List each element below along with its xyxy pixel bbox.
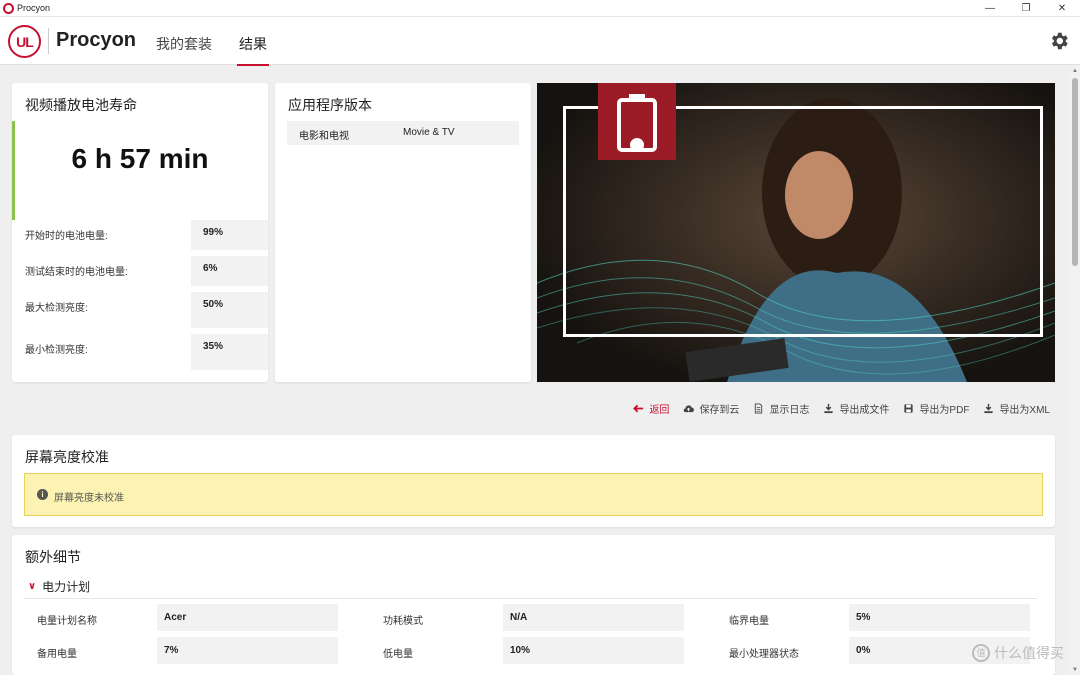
detail-label: 低电量 bbox=[383, 649, 413, 660]
back-button[interactable]: 返回 bbox=[633, 401, 669, 416]
export-file-button[interactable]: 导出成文件 bbox=[823, 401, 889, 416]
app-value: Movie & TV bbox=[403, 127, 455, 138]
calibration-title: 屏幕亮度校准 bbox=[25, 449, 109, 465]
scroll-thumb[interactable] bbox=[1072, 78, 1078, 266]
section-divider bbox=[24, 598, 1037, 599]
battery-life-card: 视频播放电池寿命 6 h 57 min 开始时的电池电量: 99% 测试结束时的… bbox=[12, 83, 268, 382]
watermark-icon: 值 bbox=[972, 644, 990, 662]
watermark-text: 什么值得买 bbox=[994, 645, 1064, 661]
cloud-upload-icon bbox=[684, 405, 695, 413]
hero-image bbox=[537, 83, 1055, 382]
detail-label: 功耗模式 bbox=[383, 616, 423, 627]
brand-name: Procyon bbox=[56, 29, 137, 51]
logo-divider bbox=[48, 28, 49, 54]
app-card-title: 应用程序版本 bbox=[288, 97, 372, 113]
stat-value: 50% bbox=[191, 292, 268, 328]
arrow-left-icon bbox=[633, 404, 644, 413]
app-name: 电影和电视 bbox=[299, 131, 349, 142]
nav-my-suites[interactable]: 我的套装 bbox=[156, 34, 212, 54]
stat-value: 35% bbox=[191, 334, 268, 370]
stat-value: 6% bbox=[191, 256, 268, 286]
detail-value: Acer bbox=[157, 604, 338, 631]
show-log-label: 显示日志 bbox=[769, 405, 810, 416]
ul-logo: UL bbox=[8, 25, 41, 58]
scroll-down-arrow[interactable]: ▼ bbox=[1070, 665, 1080, 675]
nav-results[interactable]: 结果 bbox=[237, 34, 269, 66]
stat-label: 最大检测亮度: bbox=[25, 303, 88, 314]
detail-label: 临界电量 bbox=[729, 616, 769, 627]
extra-details-title: 额外细节 bbox=[25, 549, 81, 565]
page-scrollbar[interactable]: ▲ ▼ bbox=[1070, 66, 1080, 675]
detail-value: N/A bbox=[503, 604, 684, 631]
export-pdf-button[interactable]: 导出为PDF bbox=[903, 401, 969, 416]
save-cloud-label: 保存到云 bbox=[699, 405, 740, 416]
stat-value: 99% bbox=[191, 220, 268, 250]
stat-label: 测试结束时的电池电量: bbox=[25, 267, 128, 278]
download-icon bbox=[984, 403, 994, 414]
stat-label: 开始时的电池电量: bbox=[25, 231, 108, 242]
power-plan-toggle[interactable]: ∨ 电力计划 bbox=[28, 578, 90, 595]
export-xml-button[interactable]: 导出为XML bbox=[983, 401, 1050, 416]
detail-value: 7% bbox=[157, 637, 338, 664]
site-watermark: 值 什么值得买 bbox=[972, 643, 1064, 663]
download-icon bbox=[824, 403, 834, 414]
window-titlebar: Procyon — ❐ ✕ bbox=[0, 0, 1080, 17]
brightness-calibration-card: 屏幕亮度校准 i 屏幕亮度未校准 bbox=[12, 435, 1055, 527]
battery-life-value: 6 h 57 min bbox=[71, 143, 209, 174]
document-icon bbox=[755, 403, 763, 414]
app-version-card: 应用程序版本 电影和电视 Movie & TV bbox=[275, 83, 531, 382]
calibration-warning: i 屏幕亮度未校准 bbox=[24, 473, 1043, 516]
save-cloud-button[interactable]: 保存到云 bbox=[683, 401, 739, 416]
calibration-warning-text: 屏幕亮度未校准 bbox=[54, 493, 124, 504]
chevron-down-icon: ∨ bbox=[28, 581, 37, 592]
results-toolbar: 返回 保存到云 显示日志 导出成文件 导出为PDF 导出为XML bbox=[633, 401, 1050, 416]
stat-label: 最小检测亮度: bbox=[25, 345, 88, 356]
power-plan-label: 电力计划 bbox=[42, 580, 91, 594]
detail-label: 最小处理器状态 bbox=[729, 649, 799, 660]
show-log-button[interactable]: 显示日志 bbox=[753, 401, 809, 416]
app-header: UL Procyon 我的套装 结果 bbox=[0, 17, 1080, 66]
info-icon: i bbox=[37, 489, 48, 500]
battery-card-title: 视频播放电池寿命 bbox=[25, 97, 137, 113]
scroll-up-arrow[interactable]: ▲ bbox=[1070, 66, 1080, 76]
extra-details-card: 额外细节 ∨ 电力计划 电量计划名称 Acer 功耗模式 N/A 临界电量 5%… bbox=[12, 535, 1055, 675]
export-xml-label: 导出为XML bbox=[999, 405, 1050, 416]
detail-value: 10% bbox=[503, 637, 684, 664]
detail-value: 5% bbox=[849, 604, 1030, 631]
close-button[interactable]: ✕ bbox=[1044, 0, 1080, 17]
save-icon bbox=[904, 404, 914, 413]
minimize-button[interactable]: — bbox=[972, 0, 1008, 17]
window-title: Procyon bbox=[17, 3, 51, 13]
detail-label: 电量计划名称 bbox=[37, 616, 97, 627]
maximize-button[interactable]: ❐ bbox=[1008, 0, 1044, 17]
back-label: 返回 bbox=[649, 405, 670, 416]
gear-icon[interactable] bbox=[1048, 30, 1070, 52]
app-icon bbox=[3, 2, 14, 14]
detail-label: 备用电量 bbox=[37, 649, 77, 660]
app-version-row: 电影和电视 Movie & TV bbox=[287, 121, 519, 145]
export-pdf-label: 导出为PDF bbox=[919, 405, 970, 416]
export-file-label: 导出成文件 bbox=[839, 405, 890, 416]
battery-badge-icon bbox=[598, 83, 676, 160]
